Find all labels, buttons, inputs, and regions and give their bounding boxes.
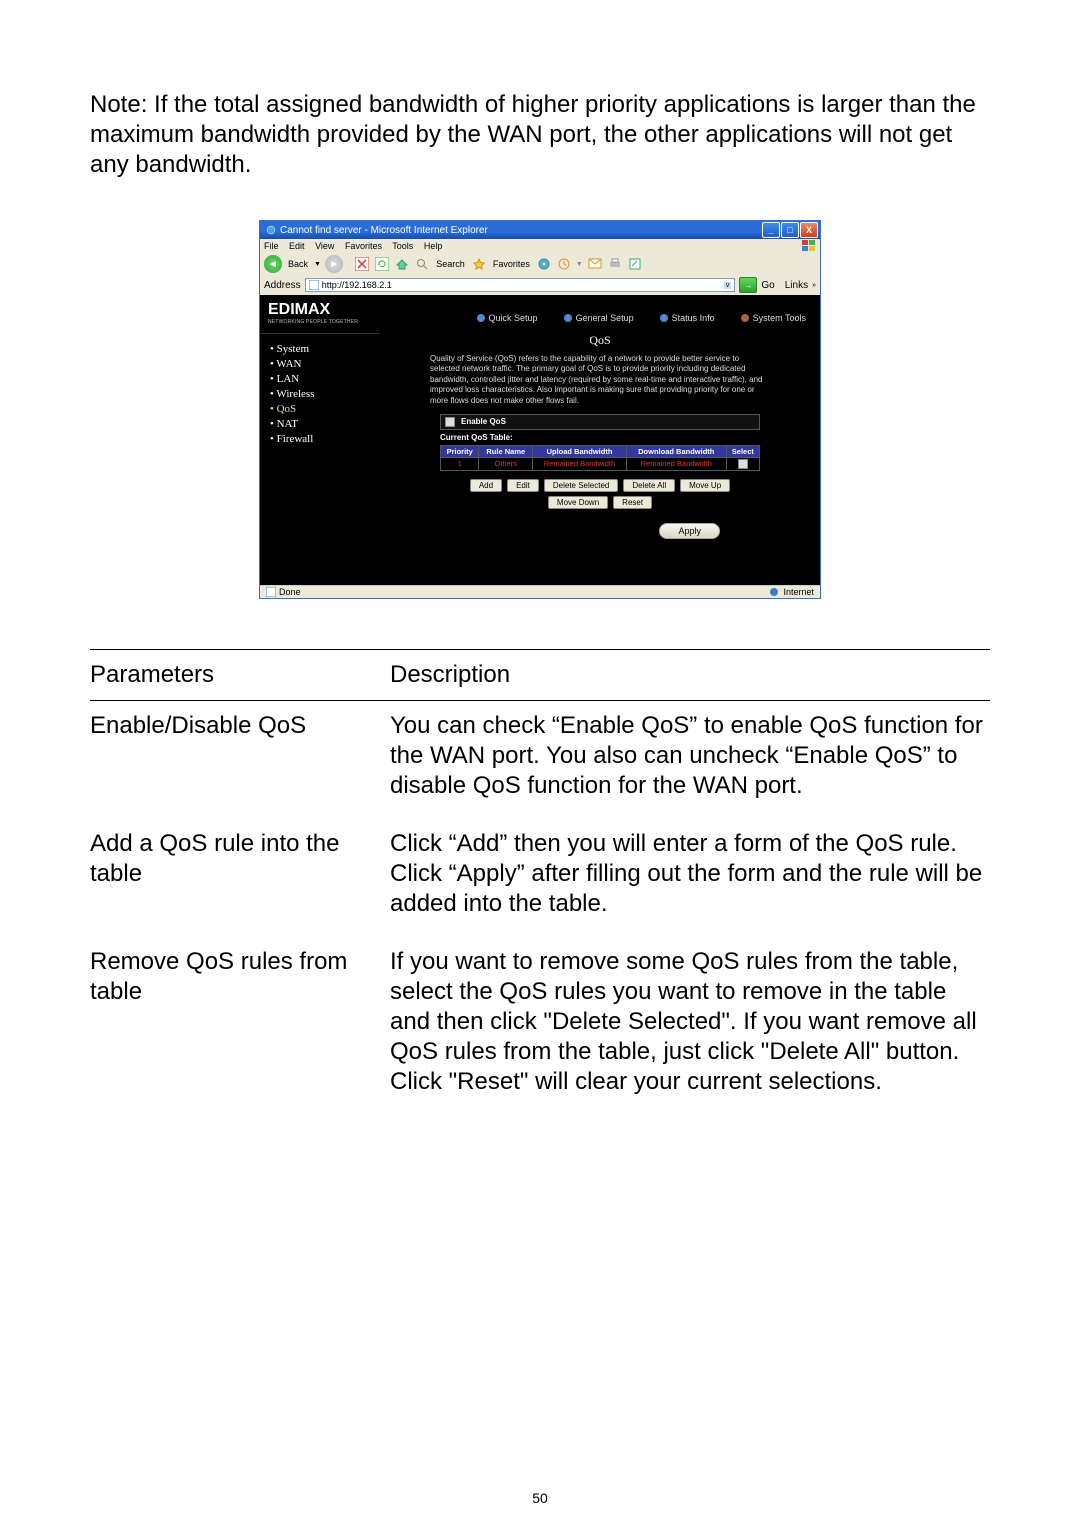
param-name: Remove QoS rules from table — [90, 947, 390, 1097]
menu-edit[interactable]: Edit — [289, 241, 305, 251]
menu-view[interactable]: View — [315, 241, 334, 251]
move-up-button[interactable]: Move Up — [680, 479, 730, 492]
address-dropdown-icon[interactable]: v — [724, 282, 732, 289]
favorites-icon[interactable] — [471, 256, 487, 272]
address-input[interactable]: http://192.168.2.1 v — [305, 278, 736, 292]
move-down-button[interactable]: Move Down — [548, 496, 608, 509]
tab-general-setup[interactable]: General Setup — [564, 313, 634, 323]
tab-status-info[interactable]: Status Info — [660, 313, 715, 323]
sidebar-item-lan[interactable]: LAN — [270, 373, 370, 385]
panel-description: Quality of Service (QoS) refers to the c… — [430, 354, 770, 406]
menu-tools[interactable]: Tools — [392, 241, 413, 251]
menu-file[interactable]: File — [264, 241, 279, 251]
note-text: Note: If the total assigned bandwidth of… — [90, 90, 990, 180]
media-button[interactable] — [536, 256, 552, 272]
apply-button[interactable]: Apply — [659, 523, 720, 539]
delete-selected-button[interactable]: Delete Selected — [544, 479, 618, 492]
ie-icon — [266, 225, 276, 235]
ie-menubar: File Edit View Favorites Tools Help — [260, 239, 820, 253]
search-label: Search — [436, 259, 465, 269]
panel-title: QoS — [380, 331, 820, 350]
search-icon[interactable] — [414, 256, 430, 272]
enable-qos-label: Enable QoS — [461, 417, 506, 426]
back-button[interactable]: ◄ — [264, 255, 282, 273]
qos-table: Priority Rule Name Upload Bandwidth Down… — [440, 445, 760, 471]
menu-favorites[interactable]: Favorites — [345, 241, 382, 251]
forward-button[interactable]: ► — [325, 255, 343, 273]
table-row: 1 Others Remained Bandwidth Remained Ban… — [441, 457, 760, 470]
enable-qos-checkbox[interactable] — [445, 417, 455, 427]
ie-titlebar: Cannot find server - Microsoft Internet … — [260, 221, 820, 239]
close-button[interactable]: X — [800, 222, 818, 238]
window-title: Cannot find server - Microsoft Internet … — [280, 225, 488, 236]
tools-icon — [741, 314, 749, 322]
current-qos-label: Current QoS Table: — [440, 433, 760, 442]
router-page: EDIMAX NETWORKING PEOPLE TOGETHER System… — [260, 295, 820, 585]
go-label: Go — [761, 280, 774, 291]
page-number: 50 — [0, 1490, 1080, 1506]
param-desc: If you want to remove some QoS rules fro… — [390, 947, 990, 1097]
print-button[interactable] — [607, 256, 623, 272]
sidebar-item-system[interactable]: System — [270, 343, 370, 355]
th-priority: Priority — [441, 445, 479, 457]
status-text: Done — [279, 587, 301, 597]
maximize-button[interactable]: □ — [781, 222, 799, 238]
divider — [90, 649, 990, 650]
stop-button[interactable] — [354, 256, 370, 272]
zone-text: Internet — [783, 587, 814, 597]
edit-button[interactable] — [627, 256, 643, 272]
ie-address-bar: Address http://192.168.2.1 v → Go Links … — [260, 275, 820, 295]
globe-icon — [477, 314, 485, 322]
edit-button[interactable]: Edit — [507, 479, 539, 492]
links-label[interactable]: Links — [785, 280, 808, 291]
menu-help[interactable]: Help — [424, 241, 443, 251]
th-rule: Rule Name — [479, 445, 533, 457]
sidebar-item-nat[interactable]: NAT — [270, 418, 370, 430]
tab-system-tools[interactable]: System Tools — [741, 313, 806, 323]
internet-zone-icon — [769, 587, 779, 597]
reset-button[interactable]: Reset — [613, 496, 652, 509]
param-desc: Click “Add” then you will enter a form o… — [390, 829, 990, 919]
param-name: Add a QoS rule into the table — [90, 829, 390, 919]
params-header: Parameters — [90, 660, 390, 690]
go-button[interactable]: → — [739, 277, 757, 293]
done-icon — [266, 587, 276, 597]
home-button[interactable] — [394, 256, 410, 272]
info-icon — [660, 314, 668, 322]
enable-qos-row: Enable QoS — [440, 414, 760, 430]
ie-status-bar: Done Internet — [260, 585, 820, 598]
history-button[interactable] — [556, 256, 572, 272]
brand-tagline: NETWORKING PEOPLE TOGETHER — [260, 319, 380, 334]
mail-button[interactable] — [587, 256, 603, 272]
history-dropdown-icon[interactable]: ▼ — [576, 261, 583, 268]
favorites-label: Favorites — [493, 259, 530, 269]
ie-window: Cannot find server - Microsoft Internet … — [259, 220, 821, 599]
sidebar-item-wireless[interactable]: Wireless — [270, 388, 370, 400]
sidebar-item-wan[interactable]: WAN — [270, 358, 370, 370]
sidebar-item-qos[interactable]: QoS — [270, 403, 370, 415]
row-select-checkbox[interactable] — [738, 459, 748, 469]
back-label: Back — [288, 259, 308, 269]
delete-all-button[interactable]: Delete All — [623, 479, 675, 492]
address-label: Address — [264, 280, 301, 291]
refresh-button[interactable] — [374, 256, 390, 272]
page-icon — [309, 280, 319, 290]
sidebar-item-firewall[interactable]: Firewall — [270, 433, 370, 445]
setup-icon — [564, 314, 572, 322]
th-select: Select — [726, 445, 759, 457]
ie-toolbar: ◄ Back ▼ ► · Search Favorites ▼ — [260, 253, 820, 275]
divider — [90, 700, 990, 701]
windows-flag-icon — [802, 240, 816, 252]
th-download: Download Bandwidth — [626, 445, 726, 457]
tab-quick-setup[interactable]: Quick Setup — [477, 313, 538, 323]
param-desc: You can check “Enable QoS” to enable QoS… — [390, 711, 990, 801]
param-name: Enable/Disable QoS — [90, 711, 390, 801]
add-button[interactable]: Add — [470, 479, 502, 492]
description-header: Description — [390, 660, 990, 690]
back-dropdown-icon[interactable]: ▼ — [314, 261, 321, 268]
minimize-button[interactable]: _ — [762, 222, 780, 238]
th-upload: Upload Bandwidth — [533, 445, 627, 457]
brand-logo: EDIMAX — [260, 295, 380, 319]
